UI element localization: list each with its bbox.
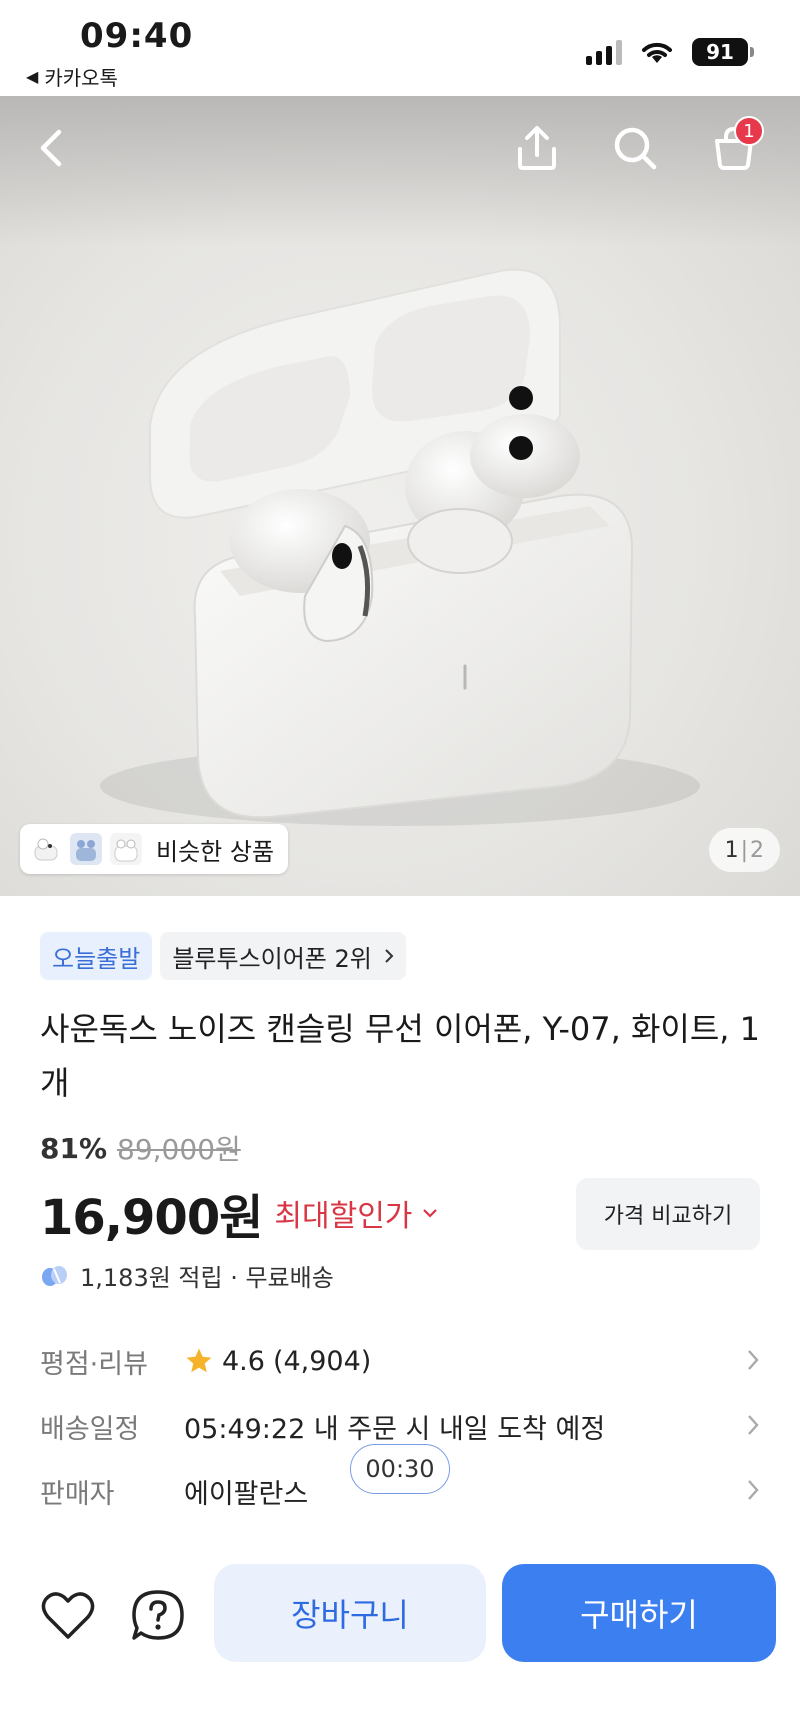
wishlist-button[interactable] <box>36 1584 100 1648</box>
cellular-signal-icon <box>586 39 622 65</box>
sale-price: 16,900원 <box>40 1190 263 1246</box>
similar-thumb-3 <box>110 833 142 865</box>
product-image-carousel[interactable]: 1 비슷한 상품 1 | 2 <box>0 96 800 896</box>
category-rank-link[interactable]: 블루투스이어폰 2위 <box>160 932 406 980</box>
back-to-app-link[interactable]: ◀ 카카오톡 <box>26 62 118 91</box>
max-discount-label: 최대할인가 <box>274 1199 413 1234</box>
rating-value: 4.6 <box>222 1345 265 1377</box>
review-count: (4,904) <box>272 1345 372 1377</box>
seller-value: 에이팔란스 <box>184 1478 309 1510</box>
similar-thumb-2 <box>70 833 102 865</box>
wifi-icon <box>642 42 672 63</box>
share-icon <box>518 126 556 170</box>
delivery-label: 배송일정 <box>40 1413 140 1445</box>
rating-review-row[interactable]: 평점·리뷰 4.6 (4,904) <box>40 1336 760 1386</box>
product-title: 사운독스 노이즈 캔슬링 무선 이어폰, Y-07, 화이트, 1개 <box>40 1010 761 1102</box>
pager-current: 1 <box>724 837 739 863</box>
pager-total: 2 <box>750 837 764 863</box>
chevron-right-icon <box>748 1480 759 1500</box>
similar-products-button[interactable]: 비슷한 상품 <box>20 824 289 874</box>
battery-level: 91 <box>706 40 734 64</box>
reward-row: 1,183원 적립 · 무료배송 <box>40 1258 334 1293</box>
delivery-value: 05:49:22 내 주문 시 내일 도착 예정 <box>184 1413 606 1445</box>
reward-text: 1,183원 적립 · 무료배송 <box>80 1264 334 1292</box>
compare-price-button[interactable]: 가격 비교하기 <box>576 1178 760 1250</box>
product-tags: 오늘출발 블루투스이어폰 2위 <box>40 932 406 980</box>
max-discount-toggle[interactable]: 최대할인가 <box>274 1191 438 1235</box>
earbuds-product-image <box>100 268 700 826</box>
search-icon <box>614 127 657 170</box>
chevron-right-icon <box>748 1415 759 1435</box>
tag-today-shipping: 오늘출발 <box>40 932 153 980</box>
question-bubble-icon <box>132 1590 184 1640</box>
battery-icon: 91 <box>692 38 754 66</box>
image-pager: 1 | 2 <box>708 828 780 872</box>
price-row: 16,900원 최대할인가 <box>40 1178 438 1248</box>
buy-now-button[interactable]: 구매하기 <box>502 1564 776 1662</box>
back-triangle-icon: ◀ <box>26 67 39 86</box>
discount-rate: 81% <box>40 1131 108 1165</box>
back-button[interactable] <box>20 116 84 180</box>
chevron-left-icon <box>40 129 62 167</box>
bottom-action-bar: 장바구니 구매하기 <box>0 1540 800 1731</box>
chevron-right-icon <box>748 1350 759 1370</box>
cart-header-button[interactable]: 1 <box>702 116 766 180</box>
share-button[interactable] <box>505 116 569 180</box>
chevron-right-icon <box>385 949 394 963</box>
heart-icon <box>41 1592 95 1639</box>
search-button[interactable] <box>603 116 667 180</box>
status-bar: 09:40 ◀ 카카오톡 91 <box>0 0 800 96</box>
similar-thumb-1 <box>30 833 62 865</box>
timer-badge: 00:30 <box>350 1444 450 1494</box>
status-time: 09:40 <box>80 16 194 56</box>
chevron-down-icon <box>423 1209 438 1218</box>
reward-point-icon <box>42 1265 67 1286</box>
pager-separator: | <box>740 837 748 863</box>
original-price: 89,000원 <box>117 1133 241 1166</box>
category-rank-label: 블루투스이어폰 2위 <box>172 944 372 973</box>
add-to-cart-button[interactable]: 장바구니 <box>214 1564 486 1662</box>
cart-count-badge: 1 <box>734 116 764 146</box>
discount-row: 81% 89,000원 <box>40 1128 241 1168</box>
inquiry-button[interactable] <box>126 1584 190 1648</box>
status-indicators: 91 <box>586 38 754 66</box>
rating-label: 평점·리뷰 <box>40 1348 148 1380</box>
back-app-label: 카카오톡 <box>44 66 118 90</box>
seller-label: 판매자 <box>40 1478 115 1510</box>
similar-products-label: 비슷한 상품 <box>156 837 275 866</box>
star-icon <box>186 1348 212 1373</box>
